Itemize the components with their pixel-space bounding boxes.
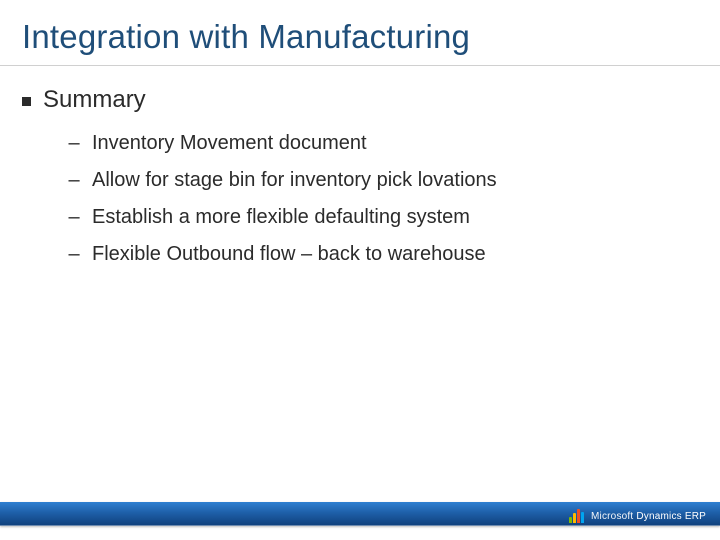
dash-bullet-icon: – <box>68 132 80 155</box>
bullet-level2: – Allow for stage bin for inventory pick… <box>68 169 698 192</box>
brand-block: Microsoft Dynamics ERP <box>569 509 706 523</box>
slide: Integration with Manufacturing Summary –… <box>0 0 720 540</box>
dash-bullet-icon: – <box>68 243 80 266</box>
dash-bullet-icon: – <box>68 169 80 192</box>
brand-text: Microsoft Dynamics ERP <box>591 511 706 522</box>
dynamics-logo-icon <box>569 509 585 523</box>
slide-title: Integration with Manufacturing <box>22 18 470 56</box>
bullet-level2: – Establish a more flexible defaulting s… <box>68 206 698 229</box>
summary-item: Allow for stage bin for inventory pick l… <box>92 169 497 192</box>
bullet-level2: – Inventory Movement document <box>68 132 698 155</box>
brand-product: Dynamics ERP <box>636 511 706 522</box>
dash-bullet-icon: – <box>68 206 80 229</box>
summary-item: Flexible Outbound flow – back to warehou… <box>92 243 486 266</box>
slide-body: Summary – Inventory Movement document – … <box>22 86 698 280</box>
square-bullet-icon <box>22 97 31 106</box>
brand-name: Microsoft <box>591 511 633 522</box>
summary-item: Inventory Movement document <box>92 132 367 155</box>
summary-item: Establish a more flexible defaulting sys… <box>92 206 470 229</box>
bullet-level1: Summary <box>22 86 698 114</box>
sub-bullets: – Inventory Movement document – Allow fo… <box>68 132 698 266</box>
summary-heading: Summary <box>43 86 146 114</box>
title-underline <box>0 65 720 66</box>
bullet-level2: – Flexible Outbound flow – back to wareh… <box>68 243 698 266</box>
